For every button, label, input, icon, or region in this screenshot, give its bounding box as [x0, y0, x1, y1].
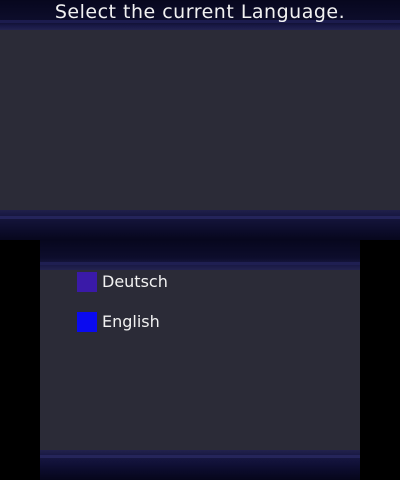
- bottom-footer-bar: [40, 450, 360, 480]
- language-option-deutsch[interactable]: Deutsch: [77, 272, 168, 292]
- page-title: Select the current Language.: [54, 1, 346, 23]
- language-option-english[interactable]: English: [77, 312, 168, 332]
- top-footer-bar: [0, 210, 400, 240]
- bottom-screen: Deutsch English: [40, 240, 360, 480]
- top-content-area: [0, 30, 400, 210]
- english-swatch: [77, 312, 97, 332]
- deutsch-swatch: [77, 272, 97, 292]
- language-label: Deutsch: [102, 272, 168, 291]
- language-label: English: [102, 312, 160, 331]
- top-screen: Select the current Language.: [0, 0, 400, 240]
- language-list: Deutsch English: [77, 272, 168, 352]
- bottom-header-bar: [40, 240, 360, 270]
